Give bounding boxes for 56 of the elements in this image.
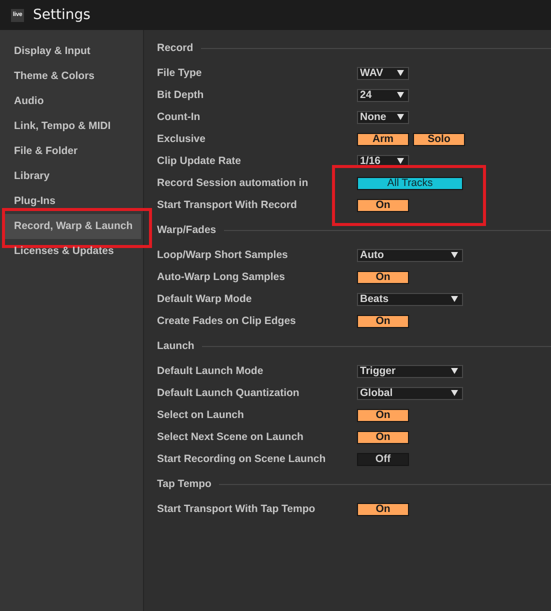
toggle-button[interactable]: Off	[357, 452, 409, 466]
sidebar-item[interactable]: Link, Tempo & MIDI	[5, 114, 141, 139]
dropdown[interactable]: Auto	[357, 248, 463, 262]
setting-label: Start Transport With Record	[157, 199, 298, 211]
sidebar-item[interactable]: Theme & Colors	[5, 64, 141, 89]
setting-label: Select Next Scene on Launch	[157, 431, 304, 443]
setting-label: Start Transport With Tap Tempo	[157, 503, 316, 515]
caret-icon	[397, 92, 404, 98]
toggle-button[interactable]: On	[357, 408, 409, 422]
sidebar-item[interactable]: Plug-Ins	[5, 189, 141, 214]
toggle-button[interactable]: On	[357, 430, 409, 444]
dropdown[interactable]: Global	[357, 386, 463, 400]
caret-icon	[451, 252, 458, 258]
toggle-button[interactable]: On	[357, 270, 409, 284]
setting-label: Loop/Warp Short Samples	[157, 249, 289, 261]
section-heading: Tap Tempo	[157, 478, 212, 490]
sidebar-item[interactable]: Licenses & Updates	[5, 239, 141, 264]
setting-label: Count-In	[157, 111, 202, 123]
caret-icon	[397, 158, 404, 164]
toggle-button[interactable]: Solo	[413, 132, 465, 146]
setting-label: Default Warp Mode	[157, 293, 253, 305]
dropdown[interactable]: WAV	[357, 66, 409, 80]
setting-label: Select on Launch	[157, 409, 245, 421]
setting-label: Bit Depth	[157, 89, 205, 101]
toggle-button[interactable]: On	[357, 314, 409, 328]
caret-icon	[451, 368, 458, 374]
sidebar-item[interactable]: Library	[5, 164, 141, 189]
setting-label: Auto-Warp Long Samples	[157, 271, 286, 283]
setting-label: Record Session automation in	[157, 177, 310, 189]
sidebar-item[interactable]: Audio	[5, 89, 141, 114]
setting-label: Default Launch Quantization	[157, 387, 300, 399]
toggle-button[interactable]: On	[357, 198, 409, 212]
section-heading: Launch	[157, 340, 194, 352]
mode-button[interactable]: All Tracks	[357, 176, 463, 190]
caret-icon	[451, 296, 458, 302]
setting-label: Clip Update Rate	[157, 155, 242, 167]
toggle-button[interactable]: On	[357, 502, 409, 516]
toggle-button[interactable]: Arm	[357, 132, 409, 146]
caret-icon	[397, 114, 404, 120]
dropdown[interactable]: Trigger	[357, 364, 463, 378]
sidebar-item[interactable]: Display & Input	[5, 39, 141, 64]
dropdown[interactable]: None	[357, 110, 409, 124]
dropdown[interactable]: Beats	[357, 292, 463, 306]
section-heading: Warp/Fades	[157, 224, 216, 236]
caret-icon	[451, 390, 458, 396]
setting-label: Create Fades on Clip Edges	[157, 315, 297, 327]
sidebar-item[interactable]: Record, Warp & Launch	[5, 214, 141, 239]
setting-label: Exclusive	[157, 133, 206, 145]
section-heading: Record	[157, 42, 194, 54]
dropdown[interactable]: 24	[357, 88, 409, 102]
caret-icon	[397, 70, 404, 76]
setting-label: File Type	[157, 67, 203, 79]
setting-label: Default Launch Mode	[157, 365, 264, 377]
sidebar-item[interactable]: File & Folder	[5, 139, 141, 164]
window-title: Settings	[33, 7, 90, 23]
setting-label: Start Recording on Scene Launch	[157, 453, 327, 465]
